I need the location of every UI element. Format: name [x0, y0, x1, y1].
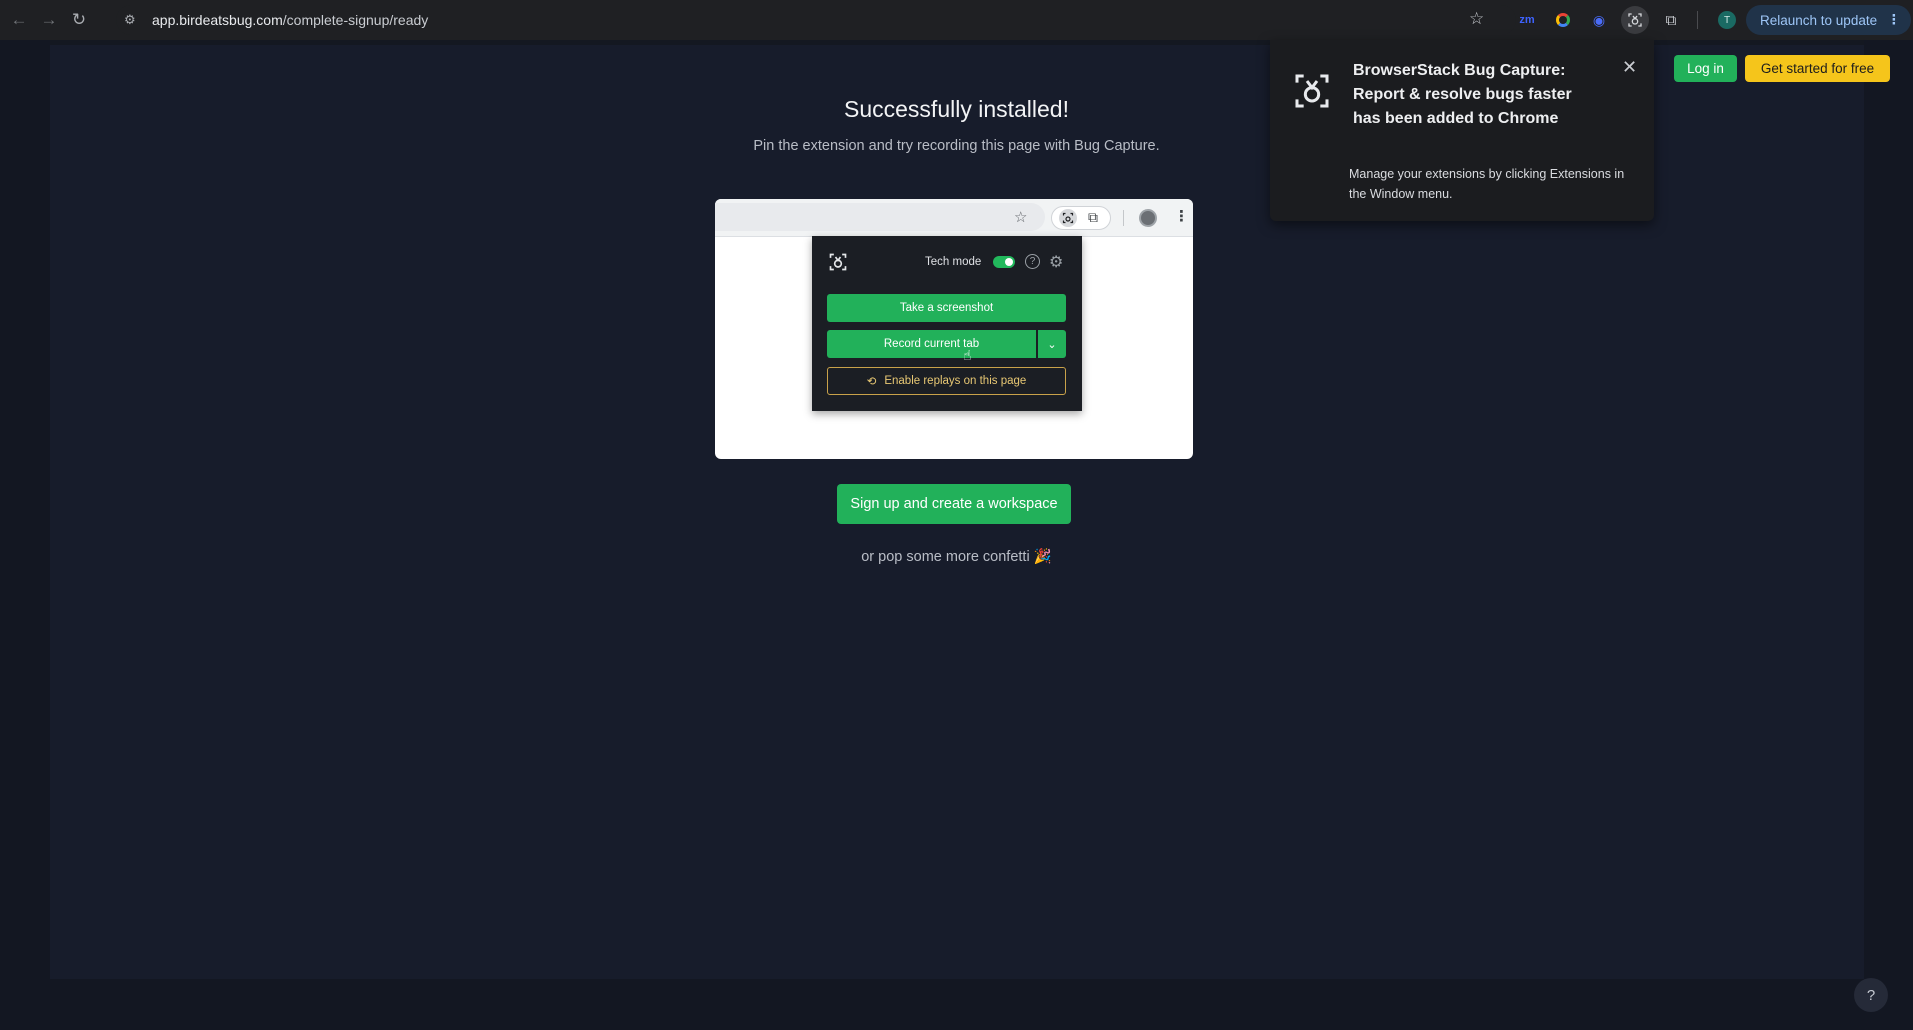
preview-bug-capture-logo-icon [827, 251, 849, 273]
url-host: app.birdeatsbug.com [152, 12, 283, 28]
extensions-puzzle-icon[interactable]: ⧉ [1657, 6, 1685, 34]
browser-toolbar: ← → ↻ ⚙ app.birdeatsbug.com/complete-sig… [0, 0, 1913, 40]
extension-installed-popup: BrowserStack Bug Capture: Report & resol… [1270, 40, 1654, 221]
preview-menu-icon: ⋮ [1174, 208, 1189, 225]
extensions-tray: zm ◉ ⧉ [1513, 6, 1702, 34]
take-screenshot-button: Take a screenshot [827, 294, 1066, 322]
gear-icon: ⚙ [1049, 254, 1064, 271]
bug-capture-extension-icon[interactable] [1621, 6, 1649, 34]
toolbar-separator [1697, 11, 1698, 29]
confetti-link[interactable]: or pop some more confetti 🎉 [0, 548, 1913, 565]
forward-icon[interactable]: → [38, 9, 60, 31]
close-icon[interactable]: ✕ [1622, 57, 1637, 78]
sign-up-create-workspace-button[interactable]: Sign up and create a workspace [837, 484, 1071, 524]
preview-browser-toolbar: ☆ ⧉ ⋮ [715, 199, 1193, 237]
profile-avatar[interactable]: T [1718, 11, 1736, 29]
extension-preview-image: ☆ ⧉ ⋮ Tech mode ? ⚙ Take a screenshot Re… [715, 199, 1193, 459]
chevron-down-icon: ⌄ [1038, 330, 1066, 358]
refresh-icon: ⟲ [866, 376, 877, 388]
help-button[interactable]: ? [1854, 978, 1888, 1012]
page-footer-area [0, 979, 1913, 1030]
help-circle-icon: ? [1025, 254, 1040, 269]
blue-extension-icon[interactable]: ◉ [1585, 6, 1613, 34]
extension-popup-body: Manage your extensions by clicking Exten… [1349, 167, 1625, 201]
preview-puzzle-icon: ⧉ [1088, 209, 1098, 225]
zoom-extension-icon[interactable]: zm [1513, 6, 1541, 34]
preview-separator [1123, 210, 1124, 226]
chrome-menu-icon[interactable]: ⋮ [1887, 12, 1901, 28]
bookmark-star-icon[interactable]: ☆ [1469, 9, 1484, 29]
preview-star-icon: ☆ [1014, 209, 1028, 226]
preview-avatar [1139, 209, 1157, 227]
tech-mode-label: Tech mode [925, 256, 982, 268]
site-info-icon[interactable]: ⚙ [124, 12, 146, 28]
preview-extension-popup: Tech mode ? ⚙ Take a screenshot Record c… [812, 236, 1082, 411]
preview-bug-capture-icon [1059, 209, 1077, 227]
get-started-button[interactable]: Get started for free [1745, 55, 1890, 82]
url-path: /complete-signup/ready [282, 12, 429, 28]
relaunch-to-update-button[interactable]: Relaunch to update ⋮ [1746, 5, 1911, 35]
enable-replays-button: ⟲ Enable replays on this page [827, 367, 1066, 395]
page-margin-left [0, 40, 50, 1030]
back-icon[interactable]: ← [8, 9, 30, 31]
reload-icon[interactable]: ↻ [68, 9, 90, 31]
extension-popup-title: BrowserStack Bug Capture: Report & resol… [1353, 62, 1572, 127]
relaunch-label: Relaunch to update [1760, 12, 1878, 28]
preview-address-bar [715, 203, 1045, 231]
record-current-tab-button: Record current tab [827, 330, 1036, 358]
tech-mode-toggle [993, 256, 1015, 268]
bug-capture-logo-icon [1292, 71, 1332, 111]
address-bar[interactable]: ⚙ app.birdeatsbug.com/complete-signup/re… [116, 5, 1516, 35]
preview-extension-group: ⧉ [1051, 206, 1111, 230]
log-in-button[interactable]: Log in [1674, 55, 1737, 82]
pointer-cursor-icon: ☝ [963, 347, 972, 363]
enable-replays-label: Enable replays on this page [884, 375, 1027, 387]
page-margin-right [1864, 40, 1913, 1030]
google-extension-icon[interactable] [1549, 6, 1577, 34]
url-text[interactable]: app.birdeatsbug.com/complete-signup/read… [152, 12, 428, 28]
